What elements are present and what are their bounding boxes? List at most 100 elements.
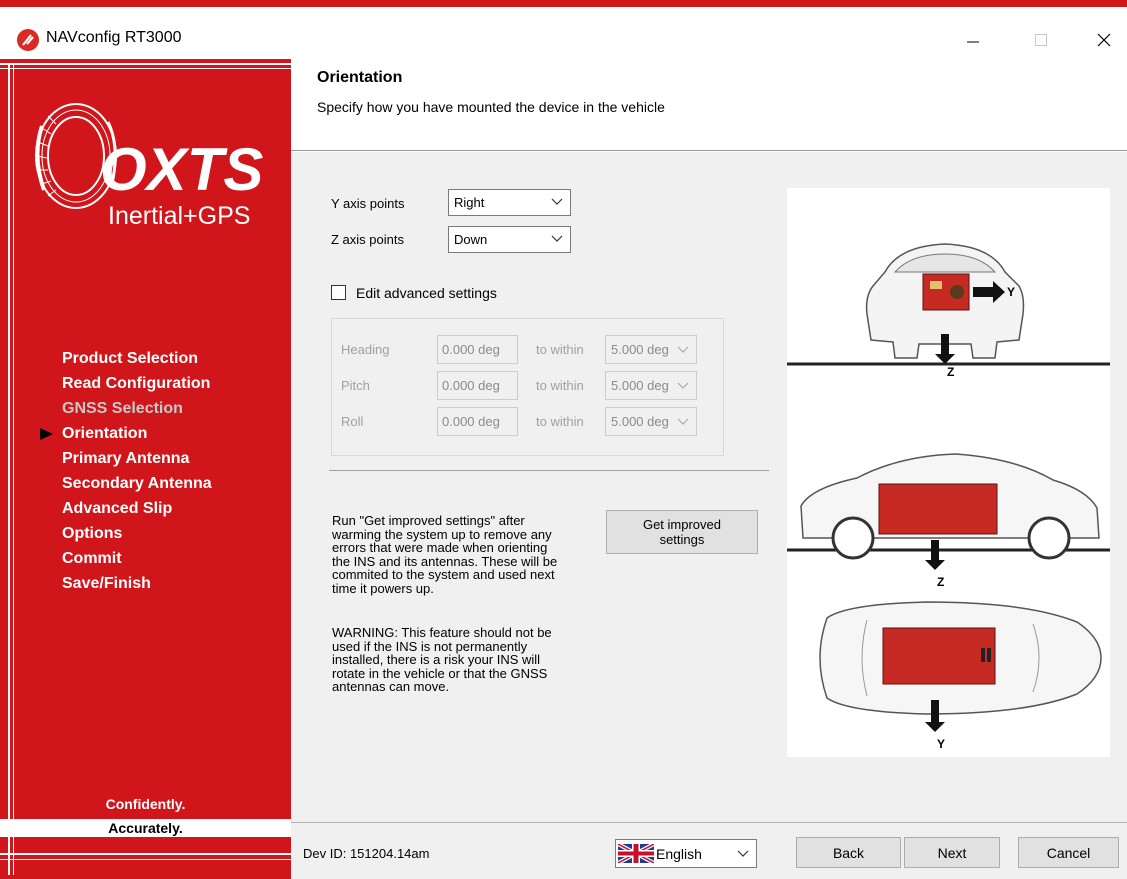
nav-options[interactable]: Options — [62, 521, 212, 546]
title-bar: NAVconfig RT3000 — [0, 7, 1127, 59]
roll-tolerance-value: 5.000 deɡ — [611, 414, 669, 429]
roll-label: Roll — [341, 414, 364, 429]
y-axis-dropdown[interactable]: Right — [448, 189, 571, 216]
heading-tolerance-value: 5.000 deɡ — [611, 342, 669, 357]
improved-warning: WARNING: This feature should not be used… — [332, 626, 552, 694]
warning-line: rotate in the vehicle or that the GNSS — [332, 665, 548, 681]
nav-label: Orientation — [62, 425, 148, 442]
chevron-down-icon — [677, 382, 689, 389]
nav-label: Options — [62, 525, 123, 542]
pitch-tolerance-dropdown[interactable]: 5.000 deɡ — [605, 371, 697, 400]
description-line: warming the system up to remove any — [332, 526, 552, 542]
nav-label: GNSS Selection — [62, 400, 183, 417]
nav-label: Save/Finish — [62, 575, 151, 592]
nav-label: Read Configuration — [62, 375, 211, 392]
sidebar-stripe — [0, 63, 291, 65]
chevron-down-icon — [677, 418, 689, 425]
rear-z-label: Z — [947, 365, 954, 379]
rear-view-car: Y Z — [787, 243, 1110, 379]
next-button[interactable]: Next — [904, 837, 1000, 868]
orientation-panel: Y axis points Right Z axis points Down E… — [291, 152, 1127, 822]
nav-label: Secondary Antenna — [62, 475, 212, 492]
uk-flag-icon — [618, 844, 654, 863]
side-view-car: Z — [787, 453, 1110, 589]
z-axis-value: Down — [454, 232, 488, 247]
warning-line: used if the INS is not permanently — [332, 638, 528, 654]
cancel-button[interactable]: Cancel — [1018, 837, 1119, 868]
heading-within-label: to within — [536, 342, 584, 357]
page-header: Orientation Specify how you have mounted… — [291, 59, 1127, 151]
nav-label: Primary Antenna — [62, 450, 190, 467]
language-value: English — [656, 845, 702, 862]
device-id: Dev ID: 151204.14am — [303, 846, 430, 861]
minimize-button[interactable] — [950, 25, 996, 55]
pitch-within-label: to within — [536, 378, 584, 393]
nav-advanced-slip[interactable]: Advanced Slip — [62, 496, 212, 521]
nav-primary-antenna[interactable]: Primary Antenna — [62, 446, 212, 471]
sidebar-stripe — [0, 853, 291, 855]
page-subtitle: Specify how you have mounted the device … — [317, 99, 665, 115]
y-axis-label: Y axis points — [331, 196, 405, 211]
nav-save-finish[interactable]: Save/Finish — [62, 571, 212, 596]
nav-product-selection[interactable]: Product Selection — [62, 346, 212, 371]
pitch-tolerance-value: 5.000 deɡ — [611, 378, 669, 393]
current-step-arrow-icon — [40, 428, 53, 440]
wizard-steps: Product Selection Read Configuration GNS… — [40, 346, 212, 596]
description-line: commited to the system and used next — [332, 567, 555, 582]
mounting-diagram: Y Z Z Y — [787, 243, 1110, 751]
wizard-sidebar: OXTS Inertial+GPS Product Selection Read… — [0, 59, 291, 879]
button-line: settings — [659, 532, 705, 547]
sidebar-stripe — [0, 68, 291, 69]
button-line: Get improved — [642, 517, 722, 532]
get-improved-settings-button[interactable]: Get improved settings — [606, 510, 758, 554]
nav-read-configuration[interactable]: Read Configuration — [62, 371, 212, 396]
chevron-down-icon — [677, 346, 689, 353]
edit-advanced-checkbox[interactable] — [331, 285, 346, 300]
pitch-input[interactable]: 0.000 deg — [437, 371, 518, 400]
nav-label: Commit — [62, 550, 122, 567]
nav-secondary-antenna[interactable]: Secondary Antenna — [62, 471, 212, 496]
nav-label: Product Selection — [62, 350, 199, 367]
edit-advanced-label[interactable]: Edit advanced settings — [356, 285, 497, 301]
roll-within-label: to within — [536, 414, 584, 429]
footer-bar: Dev ID: 151204.14am English Back Next Ca… — [291, 822, 1127, 879]
back-button[interactable]: Back — [796, 837, 901, 868]
y-axis-value: Right — [454, 195, 485, 210]
language-dropdown[interactable]: English — [615, 839, 757, 868]
maximize-button[interactable] — [1018, 25, 1064, 55]
description-line: time it powers up. — [332, 580, 434, 596]
slogan-accurately: Accurately. — [108, 820, 183, 836]
description-line: errors that were made when orienting — [332, 540, 548, 555]
improved-description: Run "Get improved settings" after warmin… — [332, 514, 557, 595]
roll-input[interactable]: 0.000 deg — [437, 407, 518, 436]
warning-line: antennas can move. — [332, 679, 450, 694]
description-line: the INS and its antennas. These will be — [332, 553, 558, 569]
minimize-icon — [967, 41, 979, 43]
logo-tagline: Inertial+GPS — [108, 202, 250, 230]
nav-orientation[interactable]: Orientation — [40, 421, 212, 446]
section-divider — [329, 470, 769, 471]
nav-commit[interactable]: Commit — [62, 546, 212, 571]
pitch-label: Pitch — [341, 378, 370, 393]
top-view-car: Y — [819, 601, 1102, 751]
side-z-label: Z — [937, 575, 944, 589]
close-button[interactable] — [1081, 25, 1127, 55]
top-y-label: Y — [937, 737, 945, 751]
chevron-down-icon — [737, 850, 749, 857]
chevron-down-icon — [551, 235, 563, 242]
heading-tolerance-dropdown[interactable]: 5.000 deɡ — [605, 335, 697, 364]
z-axis-label: Z axis points — [331, 232, 404, 247]
nav-gnss-selection: GNSS Selection — [62, 396, 212, 421]
sidebar-stripe — [0, 859, 291, 860]
sidebar-stripe — [8, 63, 10, 875]
roll-tolerance-dropdown[interactable]: 5.000 deɡ — [605, 407, 697, 436]
z-axis-dropdown[interactable]: Down — [448, 226, 571, 253]
chevron-down-icon — [551, 198, 563, 205]
window-top-accent — [0, 0, 1127, 7]
description-line: Run "Get improved settings" after — [332, 513, 525, 528]
maximize-icon — [1035, 34, 1047, 46]
heading-input[interactable]: 0.000 deg — [437, 335, 518, 364]
oxts-logo: OXTS Inertial+GPS — [35, 103, 263, 230]
heading-label: Heading — [341, 342, 390, 357]
app-icon — [17, 29, 39, 51]
